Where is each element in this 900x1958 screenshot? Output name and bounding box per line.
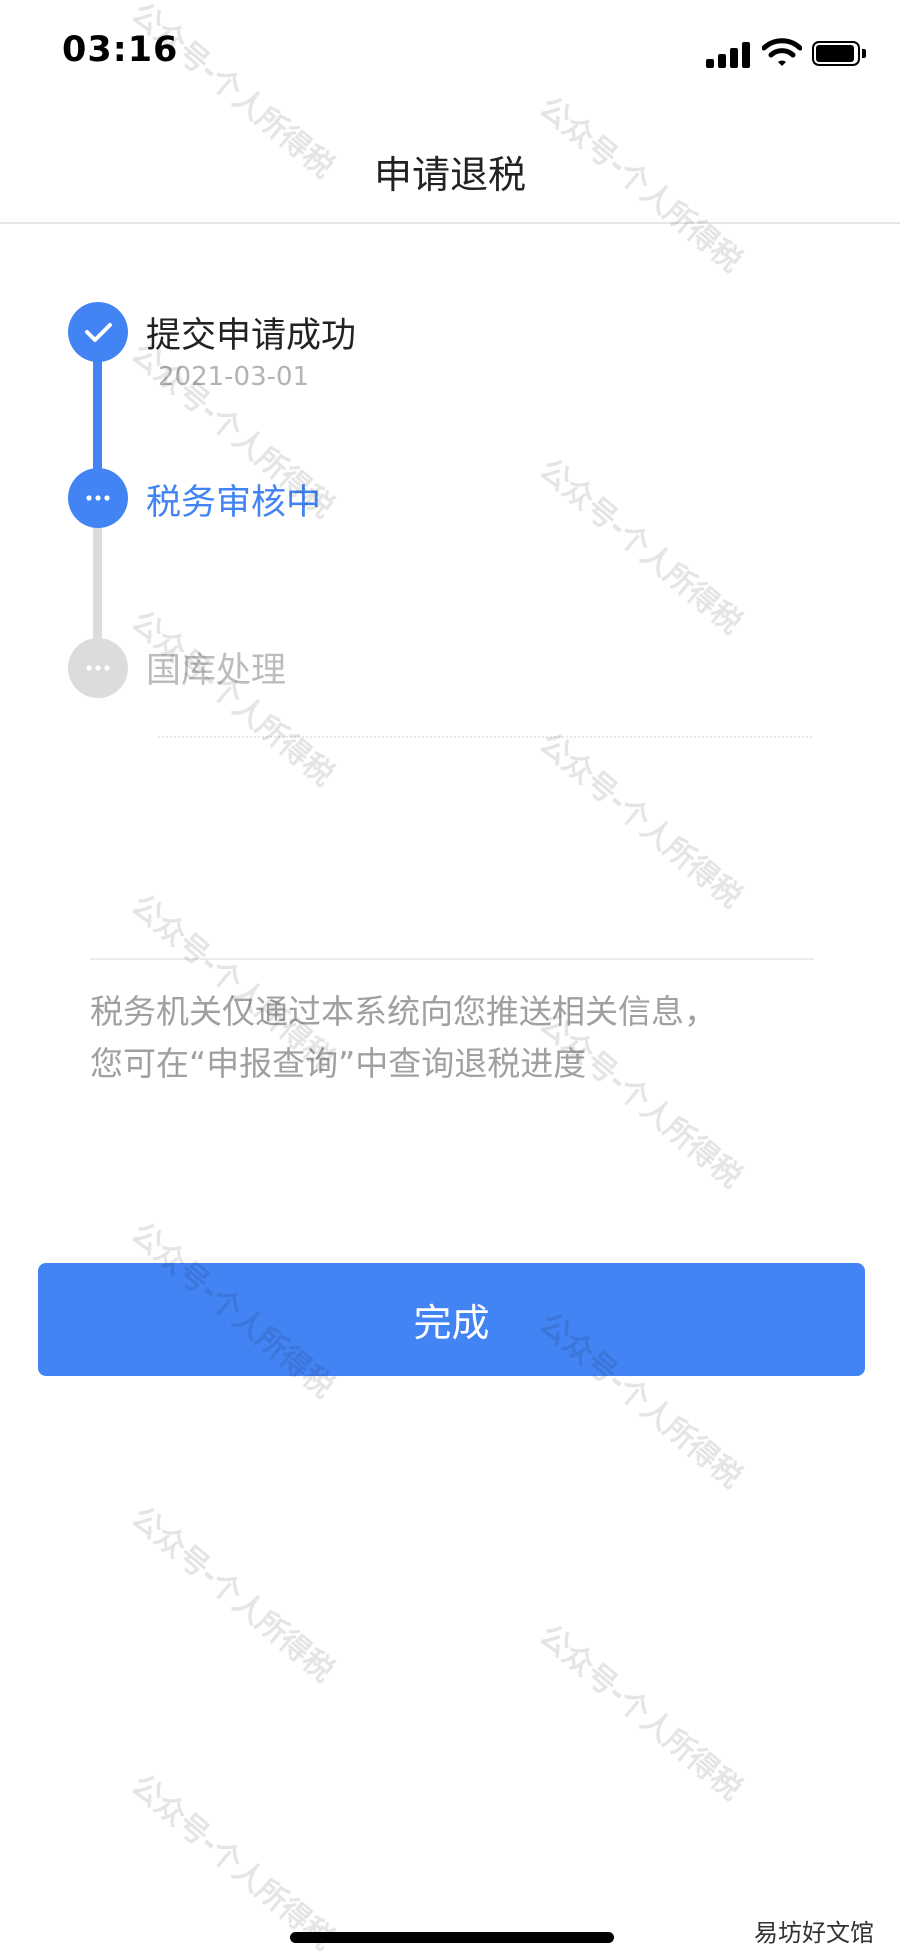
- timeline-step-label: 提交申请成功: [146, 316, 357, 356]
- notice-text: 税务机关仅通过本系统向您推送相关信息， 您可在“申报查询”中查询退税进度: [90, 986, 810, 1090]
- timeline-step-label: 国库处理: [146, 651, 287, 691]
- status-time: 03:16: [62, 30, 179, 70]
- status-bar: 03:16: [0, 0, 900, 110]
- section-divider: [90, 958, 814, 960]
- watermark: 公众号-个人所得税: [532, 452, 749, 642]
- watermark: 公众号-个人所得税: [532, 726, 749, 916]
- timeline-step-label: 税务审核中: [146, 483, 322, 523]
- notice-line-2: 您可在“申报查询”中查询退税进度: [90, 1044, 587, 1083]
- dotted-divider: [158, 736, 812, 738]
- watermark: 公众号-个人所得税: [532, 1618, 749, 1808]
- watermark: 公众号-个人所得税: [124, 1500, 341, 1690]
- watermark: 公众号-个人所得税: [124, 1768, 341, 1958]
- battery-icon: [812, 41, 866, 66]
- signal-icon: [706, 42, 752, 68]
- watermark: 公众号-个人所得税: [124, 604, 341, 794]
- check-icon: [68, 302, 128, 362]
- done-button[interactable]: 完成: [38, 1263, 865, 1376]
- ellipsis-icon: [68, 468, 128, 528]
- nav-bar: 申请退税: [0, 110, 900, 224]
- corner-watermark: 易坊好文馆: [754, 1919, 874, 1947]
- page-title: 申请退税: [373, 153, 526, 197]
- home-indicator: [290, 1932, 614, 1943]
- notice-line-1: 税务机关仅通过本系统向您推送相关信息，: [90, 992, 717, 1031]
- timeline-step-date: 2021-03-01: [158, 362, 310, 392]
- wifi-icon: [761, 38, 803, 72]
- ellipsis-icon: [68, 638, 128, 698]
